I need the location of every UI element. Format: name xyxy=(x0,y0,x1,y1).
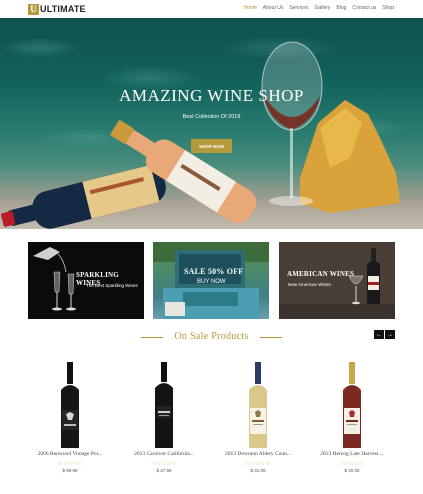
section-title: On Sale Products xyxy=(174,331,249,342)
product-image[interactable] xyxy=(23,358,117,450)
product-price: $ 31.99 xyxy=(250,468,266,473)
product-rating: ☆☆☆☆☆ xyxy=(151,461,177,467)
section-divider-right xyxy=(260,337,282,338)
product-name[interactable]: 2013 Downton Abbey Coun... xyxy=(211,451,305,457)
shop-now-button[interactable]: SHOP NOW xyxy=(191,139,232,153)
promo-title: AMERICAN WINES xyxy=(287,270,355,278)
hero-banner: AMAZING WINE SHOP Best Collection Of 201… xyxy=(0,18,423,229)
promo-american-image xyxy=(279,242,395,319)
main-nav: Home About Us Services Gallery Blog Cont… xyxy=(243,5,394,11)
promo-sparkling-wines[interactable]: SPARKLING WINES The Best Sparkling Wines xyxy=(28,242,144,319)
product-card[interactable]: 2006 Renwood Vintage Por... ☆☆☆☆☆ $ 59.9… xyxy=(23,358,117,478)
nav-services[interactable]: Services xyxy=(289,5,308,11)
product-image[interactable] xyxy=(211,358,305,450)
product-rating: ☆☆☆☆☆ xyxy=(245,461,271,467)
logo-mark: U xyxy=(28,3,39,15)
product-card[interactable]: 2013 Downton Abbey Coun... ☆☆☆☆☆ $ 31.99 xyxy=(211,358,305,478)
product-price: $ 27.98 xyxy=(156,468,172,473)
product-image[interactable] xyxy=(117,358,211,450)
nav-blog[interactable]: Blog xyxy=(336,5,346,11)
site-logo[interactable]: U ULTIMATE xyxy=(28,3,86,15)
promo-subtitle: The Best Sparkling Wines xyxy=(86,283,138,288)
nav-home[interactable]: Home xyxy=(243,5,256,11)
site-header: U ULTIMATE Home About Us Services Galler… xyxy=(0,0,423,18)
product-image[interactable] xyxy=(305,358,399,450)
product-price: $ 59.99 xyxy=(62,468,78,473)
hero-image xyxy=(1,41,400,229)
logo-text: ULTIMATE xyxy=(40,4,86,14)
product-rating: ☆☆☆☆☆ xyxy=(339,461,365,467)
product-card[interactable]: 2013 Herzog Late Harvest ... ☆☆☆☆☆ $ 40.… xyxy=(305,358,399,478)
nav-contact-us[interactable]: Contact us xyxy=(352,5,376,11)
promo-american-wines[interactable]: AMERICAN WINES New American Wines xyxy=(279,242,395,319)
section-heading: On Sale Products xyxy=(0,330,423,344)
nav-about-us[interactable]: About Us xyxy=(263,5,284,11)
hero-title: AMAZING WINE SHOP xyxy=(119,86,304,105)
arrow-left-icon[interactable]: ← xyxy=(374,330,384,339)
product-price: $ 40.00 xyxy=(344,468,360,473)
nav-gallery[interactable]: Gallery xyxy=(315,5,331,11)
nav-shop[interactable]: Shop xyxy=(382,5,394,11)
promo-subtitle: New American Wines xyxy=(288,282,331,287)
promo-subtitle: BUY NOW xyxy=(197,279,226,285)
product-rating: ☆☆☆☆☆ xyxy=(57,461,83,467)
promo-sale[interactable]: SALE 50% OFF BUY NOW xyxy=(153,242,269,319)
product-name[interactable]: 2013 Carnivor California... xyxy=(117,451,211,457)
hero-subtitle: Best Collection Of 2019 xyxy=(182,114,241,120)
carousel-controls: ← → xyxy=(374,330,395,339)
product-card[interactable]: 2013 Carnivor California... ☆☆☆☆☆ $ 27.9… xyxy=(117,358,211,478)
product-name[interactable]: 2013 Herzog Late Harvest ... xyxy=(305,451,399,457)
promo-title: SALE 50% OFF xyxy=(184,267,244,276)
arrow-right-icon[interactable]: → xyxy=(385,330,395,339)
product-name[interactable]: 2006 Renwood Vintage Por... xyxy=(23,451,117,457)
